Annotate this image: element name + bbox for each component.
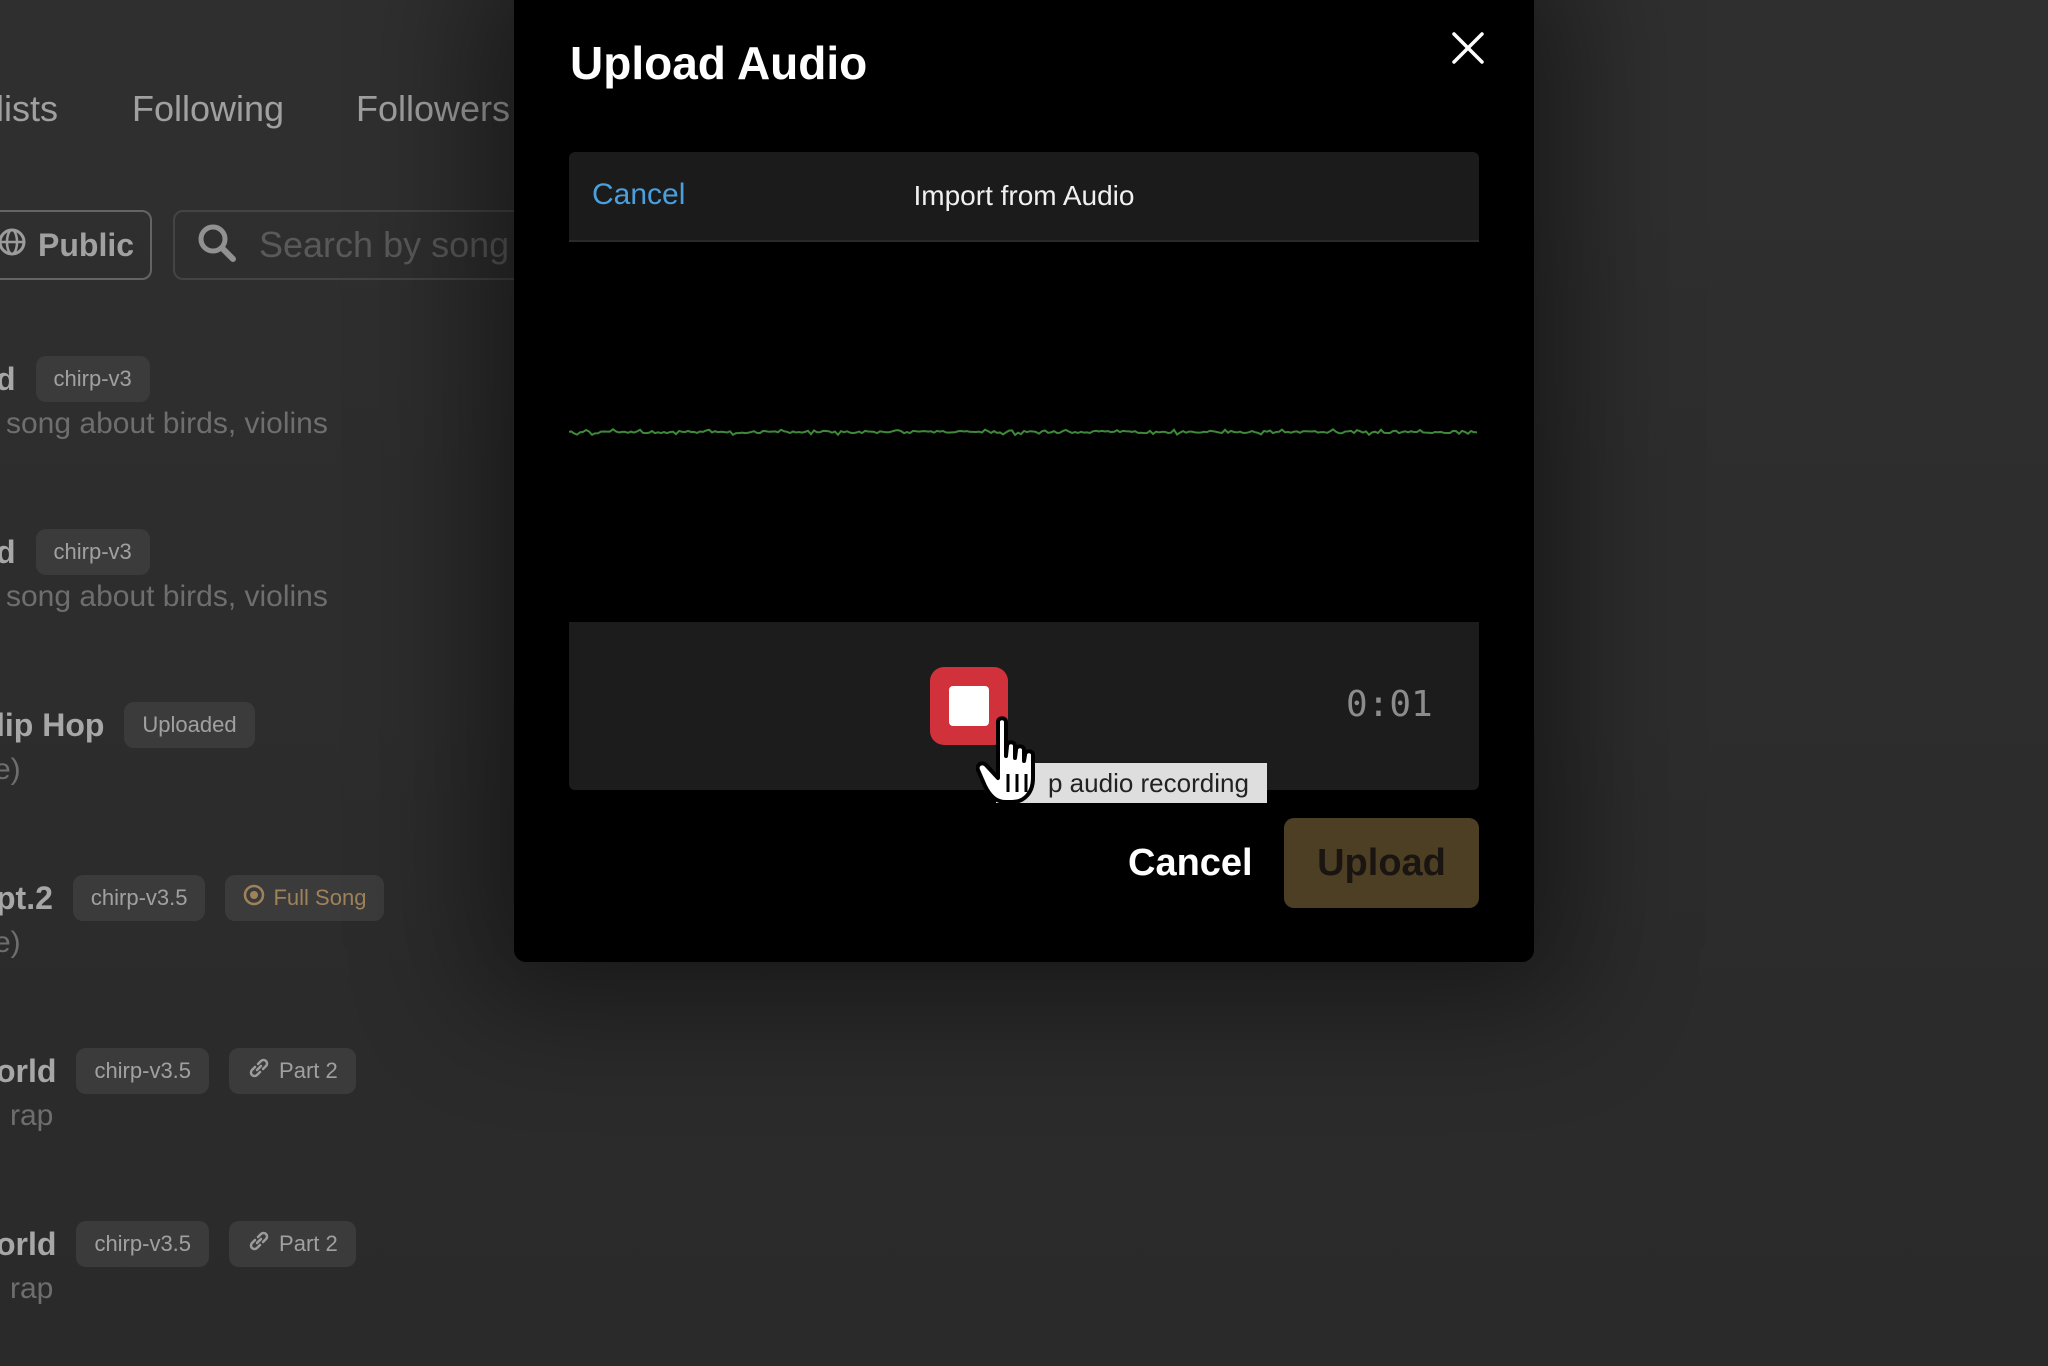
recorder-header: Cancel Import from Audio xyxy=(569,152,1479,242)
close-button[interactable] xyxy=(1448,28,1488,68)
upload-button[interactable]: Upload xyxy=(1284,818,1479,908)
waveform-line xyxy=(569,427,1477,437)
audio-recorder: Cancel Import from Audio xyxy=(569,152,1479,790)
waveform xyxy=(569,427,1477,437)
recording-timer: 0:01 xyxy=(1346,684,1433,725)
hand-cursor-icon xyxy=(976,716,1035,804)
dialog-title: Upload Audio xyxy=(570,37,868,89)
close-icon xyxy=(1452,32,1484,64)
cancel-button[interactable]: Cancel xyxy=(1128,842,1253,885)
recorder-heading: Import from Audio xyxy=(913,180,1135,211)
